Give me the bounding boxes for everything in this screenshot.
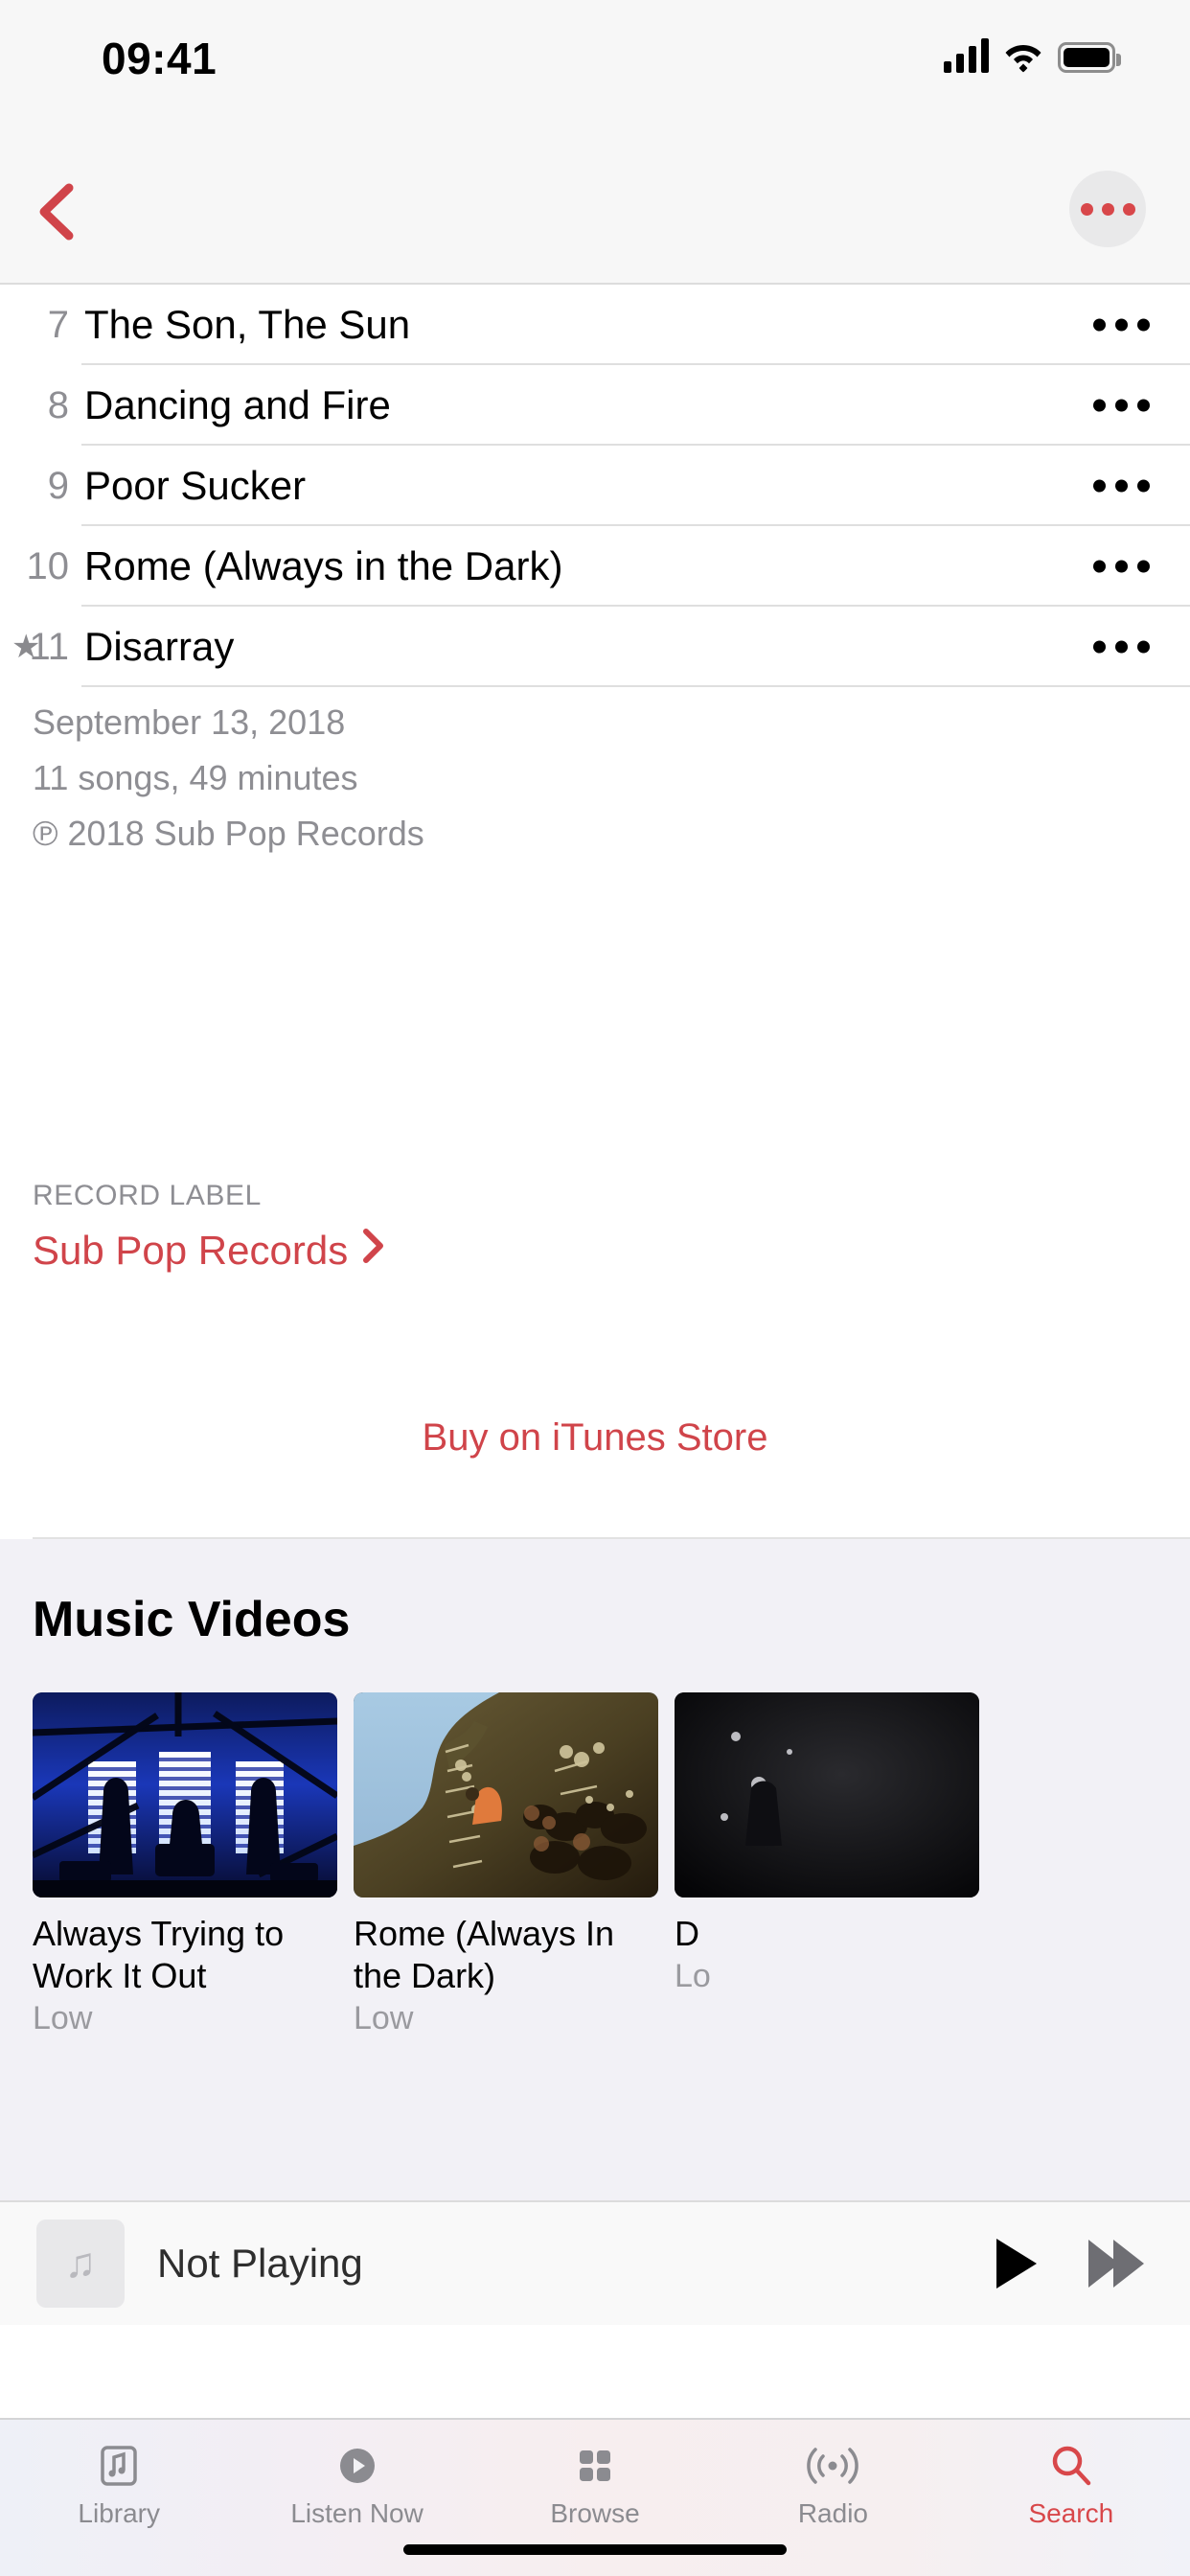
ellipsis-dot bbox=[1080, 202, 1093, 216]
video-thumbnail-dark-night-scene[interactable] bbox=[675, 1692, 979, 1898]
music-videos-carousel[interactable]: Always Trying to Work It Out Low Rome (A… bbox=[0, 1692, 1190, 2036]
track-title: The Son, The Sun bbox=[84, 302, 411, 347]
now-playing-artwork: ♫ bbox=[36, 2220, 125, 2308]
ellipsis-icon[interactable] bbox=[1093, 399, 1150, 412]
album-detail-screen: 09:41 7 The Son, The Sun 8 Dancing and F… bbox=[0, 0, 1190, 2576]
track-title: Rome (Always in the Dark) bbox=[84, 543, 563, 588]
browse-grid-icon bbox=[571, 2439, 619, 2493]
status-bar-indicators bbox=[944, 38, 1121, 73]
video-thumbnail-brown-landscape-orange-figure[interactable] bbox=[354, 1692, 658, 1898]
list-item[interactable]: Rome (Always In the Dark) Low bbox=[354, 1692, 658, 2039]
table-row[interactable]: 10 Rome (Always in the Dark) bbox=[0, 526, 1190, 607]
tab-library[interactable]: Library bbox=[0, 2420, 238, 2576]
radio-waves-icon bbox=[807, 2439, 859, 2493]
fast-forward-icon[interactable] bbox=[1088, 2240, 1144, 2288]
list-item[interactable]: D Lo bbox=[675, 1692, 979, 1997]
music-videos-section: Music Videos Always Trying to Work It Ou… bbox=[0, 1539, 1190, 2220]
signal-bars-icon bbox=[944, 38, 989, 73]
play-icon[interactable] bbox=[996, 2239, 1037, 2288]
tab-search[interactable]: Search bbox=[952, 2420, 1190, 2576]
record-label-link[interactable]: Sub Pop Records bbox=[0, 1227, 1190, 1275]
tab-label: Search bbox=[1028, 2498, 1114, 2528]
ellipsis-dot bbox=[1122, 202, 1135, 216]
battery-full-icon bbox=[1058, 42, 1121, 73]
release-date: September 13, 2018 bbox=[33, 702, 346, 742]
table-row[interactable]: 7 The Son, The Sun bbox=[0, 285, 1190, 365]
track-number: 9 bbox=[47, 464, 69, 507]
music-note-icon: ♫ bbox=[64, 2240, 97, 2287]
track-number: 8 bbox=[47, 383, 69, 426]
tab-label: Listen Now bbox=[290, 2498, 423, 2528]
album-info: September 13, 2018 11 songs, 49 minutes … bbox=[0, 695, 1190, 862]
home-indicator bbox=[403, 2544, 787, 2555]
wifi-icon bbox=[1004, 40, 1042, 73]
video-title: D bbox=[675, 1914, 699, 1953]
navigation-bar bbox=[0, 132, 1190, 285]
video-artist: Low bbox=[33, 2000, 93, 2036]
tab-label: Browse bbox=[550, 2498, 640, 2528]
tab-label: Radio bbox=[797, 2498, 868, 2528]
video-title: Always Trying to Work It Out bbox=[33, 1914, 285, 1995]
back-button[interactable] bbox=[25, 178, 92, 245]
record-label-block: RECORD LABEL Sub Pop Records bbox=[0, 1177, 1190, 1275]
ellipsis-icon[interactable] bbox=[1093, 318, 1150, 332]
ellipsis-dot bbox=[1101, 202, 1114, 216]
tab-label: Library bbox=[78, 2498, 160, 2528]
track-number: 11 bbox=[29, 625, 69, 668]
table-row[interactable]: 8 Dancing and Fire bbox=[0, 365, 1190, 446]
buy-on-itunes-button[interactable]: Buy on iTunes Store bbox=[0, 1416, 1190, 1460]
track-title: Poor Sucker bbox=[84, 463, 307, 508]
now-playing-bar[interactable]: ♫ Not Playing bbox=[0, 2200, 1190, 2325]
track-list: 7 The Son, The Sun 8 Dancing and Fire 9 … bbox=[0, 285, 1190, 687]
video-artist: Low bbox=[354, 2000, 414, 2036]
chevron-right-icon bbox=[361, 1227, 386, 1275]
music-videos-heading: Music Videos bbox=[33, 1592, 351, 1647]
track-title: Dancing and Fire bbox=[84, 382, 391, 427]
video-title: Rome (Always In the Dark) bbox=[354, 1914, 615, 1995]
now-playing-controls bbox=[996, 2239, 1144, 2288]
more-options-button[interactable] bbox=[1069, 171, 1146, 247]
list-item[interactable]: Always Trying to Work It Out Low bbox=[33, 1692, 337, 2039]
listen-now-icon bbox=[333, 2439, 381, 2493]
copyright-text: ℗ 2018 Sub Pop Records bbox=[33, 814, 424, 853]
status-bar: 09:41 bbox=[0, 0, 1190, 132]
record-label-name: Sub Pop Records bbox=[33, 1228, 349, 1273]
ellipsis-icon[interactable] bbox=[1093, 479, 1150, 493]
now-playing-status: Not Playing bbox=[157, 2241, 363, 2286]
track-number: 10 bbox=[26, 544, 70, 587]
search-icon bbox=[1046, 2439, 1096, 2493]
table-row[interactable]: 9 Poor Sucker bbox=[0, 446, 1190, 526]
library-icon bbox=[95, 2439, 143, 2493]
track-title: Disarray bbox=[84, 624, 235, 669]
status-bar-time: 09:41 bbox=[102, 34, 217, 83]
video-thumbnail-blue-stage-band-silhouette[interactable] bbox=[33, 1692, 337, 1898]
table-row[interactable]: ★ 11 Disarray bbox=[0, 607, 1190, 687]
video-artist: Lo bbox=[675, 1958, 711, 1994]
track-summary: 11 songs, 49 minutes bbox=[33, 758, 358, 797]
ellipsis-icon[interactable] bbox=[1093, 640, 1150, 654]
track-number: 7 bbox=[47, 303, 69, 346]
record-label-heading: RECORD LABEL bbox=[33, 1180, 262, 1211]
ellipsis-icon[interactable] bbox=[1093, 560, 1150, 573]
